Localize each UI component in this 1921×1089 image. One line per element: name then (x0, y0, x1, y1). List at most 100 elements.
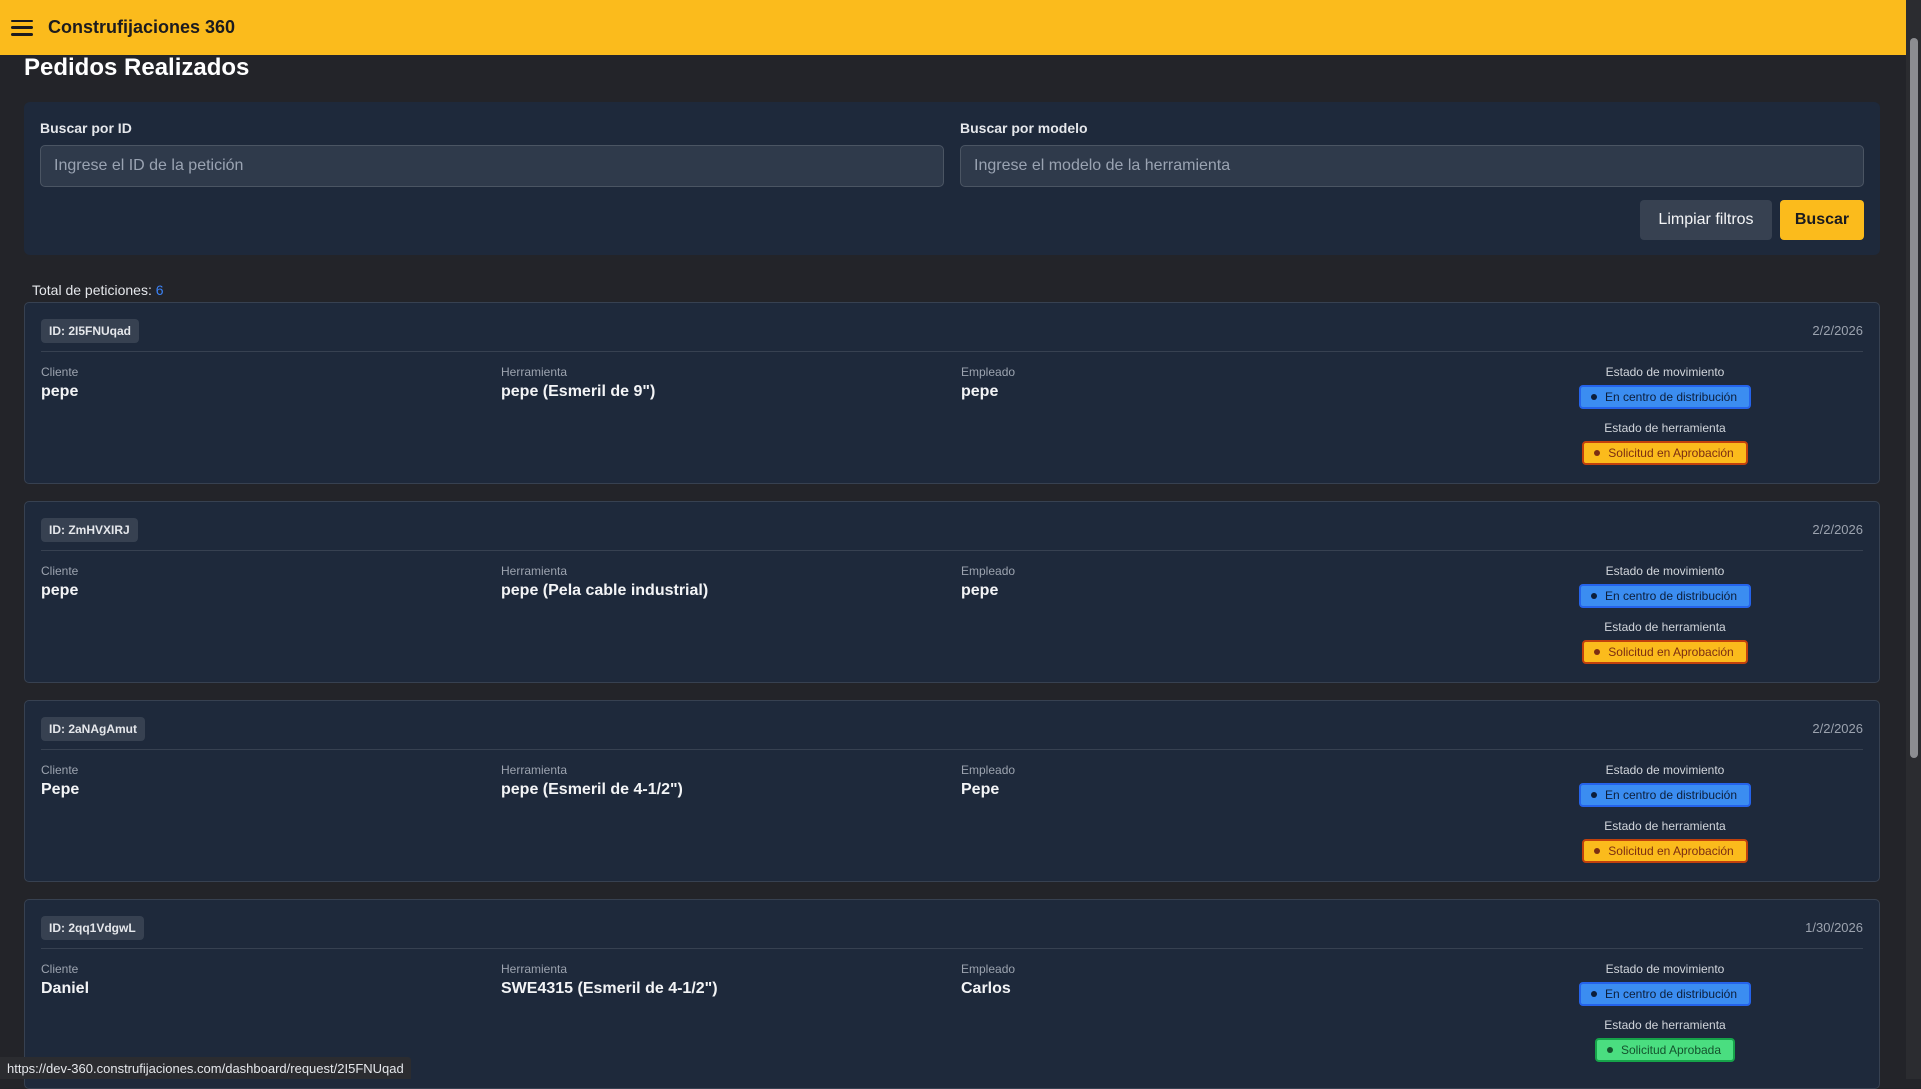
request-date: 1/30/2026 (1805, 920, 1863, 935)
total-count: 6 (155, 282, 164, 298)
tool-field: Herramienta pepe (Esmeril de 9") (501, 365, 655, 401)
status-dot-icon (1594, 450, 1601, 456)
browser-status-url: https://dev-360.construfijaciones.com/da… (0, 1057, 411, 1079)
client-label: Cliente (41, 962, 79, 976)
client-label: Cliente (41, 564, 79, 578)
tool-label: Herramienta (501, 763, 568, 777)
status-dot-icon (1594, 649, 1601, 655)
tool-status-text: Solicitud en Aprobación (1608, 446, 1734, 460)
status-column: Estado de movimiento En centro de distri… (1541, 763, 1789, 863)
tool-status-text: Solicitud en Aprobación (1608, 844, 1734, 858)
movement-status-text: En centro de distribución (1604, 987, 1738, 1001)
card-divider (41, 749, 1863, 750)
client-field: Cliente pepe (41, 564, 78, 600)
status-dot-icon (1590, 991, 1597, 997)
employee-field: Empleado pepe (961, 564, 1015, 600)
request-card[interactable]: ID: 2aNAgAmut 2/2/2026 Cliente Pepe Herr… (24, 700, 1880, 882)
clear-filters-button[interactable]: Limpiar filtros (1640, 200, 1772, 240)
tool-status-badge: Solicitud en Aprobación (1582, 441, 1748, 465)
page-title: Pedidos Realizados (24, 54, 250, 81)
request-id-badge: ID: 2I5FNUqad (41, 319, 140, 343)
client-field: Cliente Pepe (41, 763, 79, 799)
tool-label: Herramienta (501, 365, 568, 379)
tool-status-label: Estado de herramienta (1604, 620, 1726, 634)
filters-panel: Buscar por ID Buscar por modelo Limpiar … (24, 102, 1880, 255)
employee-label: Empleado (961, 962, 1016, 976)
movement-status-text: En centro de distribución (1604, 589, 1738, 603)
card-divider (41, 550, 1863, 551)
page-scrollbar[interactable] (1906, 0, 1921, 1079)
tool-status-text: Solicitud Aprobada (1620, 1043, 1722, 1057)
status-dot-icon (1606, 1047, 1613, 1053)
id-filter: Buscar por ID (40, 120, 944, 187)
tool-status-label: Estado de herramienta (1604, 421, 1726, 435)
model-search-input[interactable] (960, 145, 1864, 187)
request-card[interactable]: ID: ZmHVXIRJ 2/2/2026 Cliente pepe Herra… (24, 501, 1880, 683)
tool-status-badge: Solicitud en Aprobación (1582, 640, 1748, 664)
tool-value: SWE4315 (Esmeril de 4-1/2") (501, 980, 718, 997)
employee-value: pepe (961, 383, 999, 400)
employee-value: Pepe (961, 781, 1000, 798)
movement-status-label: Estado de movimiento (1605, 763, 1725, 777)
tool-value: pepe (Pela cable industrial) (501, 582, 709, 599)
tool-status-badge: Solicitud Aprobada (1594, 1038, 1736, 1062)
employee-label: Empleado (961, 763, 1016, 777)
employee-label: Empleado (961, 365, 1016, 379)
client-value: Daniel (41, 980, 90, 997)
hamburger-menu-icon[interactable] (11, 19, 33, 36)
scrollbar-thumb[interactable] (1910, 38, 1918, 758)
total-label: Total de peticiones: (32, 282, 152, 298)
employee-field: Empleado Pepe (961, 763, 1015, 799)
requests-total: Total de peticiones: 6 (32, 282, 164, 298)
request-date: 2/2/2026 (1812, 721, 1863, 736)
tool-field: Herramienta pepe (Esmeril de 4-1/2") (501, 763, 683, 799)
tool-label: Herramienta (501, 962, 568, 976)
movement-status-badge: En centro de distribución (1578, 385, 1752, 409)
employee-field: Empleado Carlos (961, 962, 1015, 998)
client-value: pepe (41, 582, 79, 599)
tool-value: pepe (Esmeril de 4-1/2") (501, 781, 683, 798)
movement-status-badge: En centro de distribución (1578, 982, 1752, 1006)
card-divider (41, 351, 1863, 352)
movement-status-text: En centro de distribución (1604, 390, 1738, 404)
client-field: Cliente pepe (41, 365, 78, 401)
request-id-badge: ID: 2qq1VdgwL (41, 916, 144, 940)
client-field: Cliente Daniel (41, 962, 89, 998)
request-date: 2/2/2026 (1812, 522, 1863, 537)
tool-field: Herramienta pepe (Pela cable industrial) (501, 564, 708, 600)
top-app-bar: Construfijaciones 360 (0, 0, 1906, 55)
model-filter-label: Buscar por modelo (960, 120, 1088, 136)
status-column: Estado de movimiento En centro de distri… (1541, 962, 1789, 1062)
id-search-input[interactable] (40, 145, 944, 187)
tool-label: Herramienta (501, 564, 568, 578)
tool-status-label: Estado de herramienta (1604, 1018, 1726, 1032)
tool-status-label: Estado de herramienta (1604, 819, 1726, 833)
request-date: 2/2/2026 (1812, 323, 1863, 338)
app-brand[interactable]: Construfijaciones 360 (48, 17, 235, 38)
request-card[interactable]: ID: 2I5FNUqad 2/2/2026 Cliente pepe Herr… (24, 302, 1880, 484)
client-value: pepe (41, 383, 79, 400)
client-label: Cliente (41, 365, 79, 379)
tool-value: pepe (Esmeril de 9") (501, 383, 656, 400)
status-dot-icon (1590, 394, 1597, 400)
movement-status-badge: En centro de distribución (1578, 783, 1752, 807)
movement-status-label: Estado de movimiento (1605, 365, 1725, 379)
movement-status-label: Estado de movimiento (1605, 962, 1725, 976)
id-filter-label: Buscar por ID (40, 120, 132, 136)
status-column: Estado de movimiento En centro de distri… (1541, 564, 1789, 664)
tool-status-badge: Solicitud en Aprobación (1582, 839, 1748, 863)
status-dot-icon (1594, 848, 1601, 854)
tool-field: Herramienta SWE4315 (Esmeril de 4-1/2") (501, 962, 718, 998)
employee-value: Carlos (961, 980, 1011, 997)
status-dot-icon (1590, 593, 1597, 599)
employee-field: Empleado pepe (961, 365, 1015, 401)
movement-status-label: Estado de movimiento (1605, 564, 1725, 578)
movement-status-badge: En centro de distribución (1578, 584, 1752, 608)
employee-value: pepe (961, 582, 999, 599)
employee-label: Empleado (961, 564, 1016, 578)
client-label: Cliente (41, 763, 79, 777)
tool-status-text: Solicitud en Aprobación (1608, 645, 1734, 659)
search-button[interactable]: Buscar (1780, 200, 1864, 240)
model-filter: Buscar por modelo (960, 120, 1864, 187)
status-dot-icon (1590, 792, 1597, 798)
